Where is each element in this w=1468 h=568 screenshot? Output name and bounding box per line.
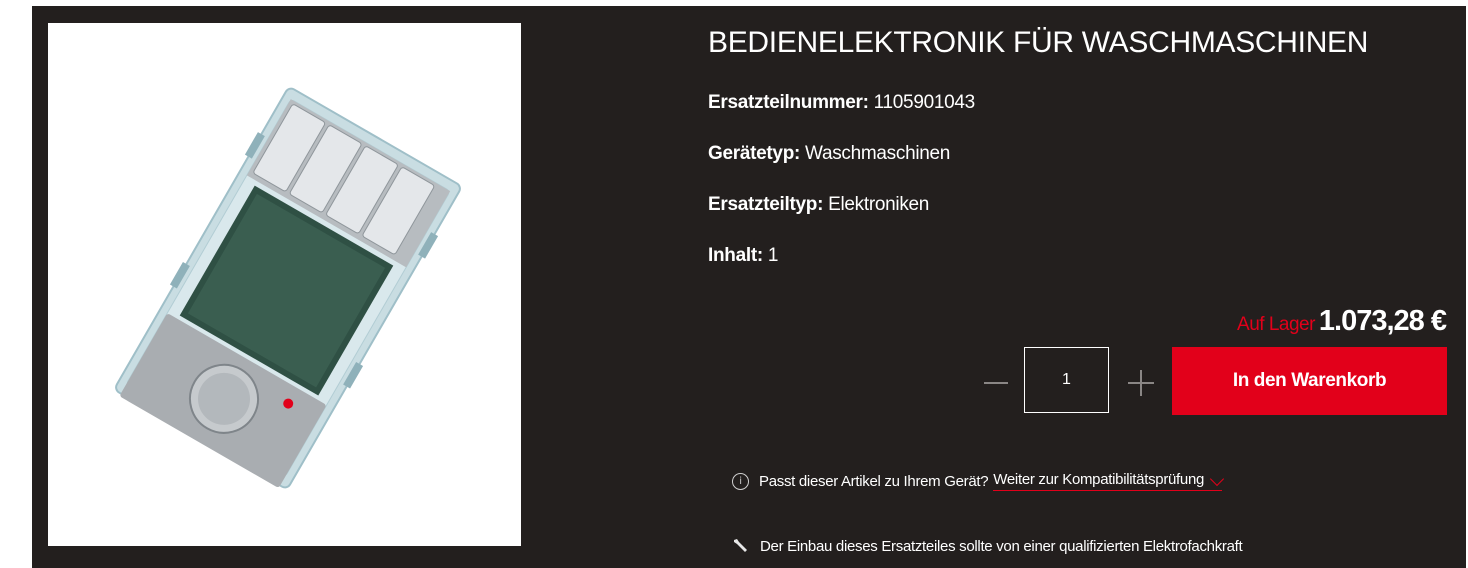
product-title: BEDIENELEKTRONIK FÜR WASCHMASCHINEN — [708, 26, 1369, 59]
spec-value: 1105901043 — [873, 92, 976, 113]
spec-part-type: Ersatzteiltyp: Elektroniken — [708, 194, 929, 216]
chevron-down-icon — [1209, 471, 1225, 487]
quantity-decrease-button[interactable] — [982, 367, 1010, 397]
quantity-input[interactable] — [1024, 347, 1109, 413]
price-row: Auf Lager 1.073,28 € — [1237, 305, 1447, 338]
compatibility-check: i Passt dieser Artikel zu Ihrem Gerät? W… — [732, 471, 1225, 491]
quantity-increase-button[interactable] — [1127, 369, 1155, 397]
info-icon: i — [732, 472, 749, 490]
stock-status: Auf Lager — [1237, 314, 1315, 335]
compat-check-link[interactable]: Weiter zur Kompatibilitätsprüfung — [993, 471, 1225, 491]
installation-note: Der Einbau dieses Ersatzteiles sollte vo… — [732, 537, 1243, 555]
control-panel-image — [115, 87, 461, 489]
install-note-text: Der Einbau dieses Ersatzteiles sollte vo… — [760, 537, 1243, 555]
compat-link-label: Weiter zur Kompatibilitätsprüfung — [993, 471, 1205, 488]
spec-label: Ersatzteiltyp: — [708, 194, 824, 215]
spec-label: Ersatzteilnummer: — [708, 92, 869, 113]
spec-label: Inhalt: — [708, 245, 763, 266]
spec-value: Elektroniken — [828, 194, 930, 215]
spec-part-number: Ersatzteilnummer: 1105901043 — [708, 92, 975, 114]
product-image[interactable] — [48, 23, 521, 546]
spec-value: Waschmaschinen — [805, 143, 951, 164]
wrench-icon — [734, 539, 747, 552]
compat-question: Passt dieser Artikel zu Ihrem Gerät? — [759, 472, 989, 490]
spec-value: 1 — [767, 245, 779, 266]
price: 1.073,28 € — [1318, 305, 1447, 337]
spec-label: Gerätetyp: — [708, 143, 801, 164]
spec-content: Inhalt: 1 — [708, 245, 778, 267]
add-to-cart-button[interactable]: In den Warenkorb — [1172, 347, 1447, 415]
spec-device-type: Gerätetyp: Waschmaschinen — [708, 143, 950, 165]
